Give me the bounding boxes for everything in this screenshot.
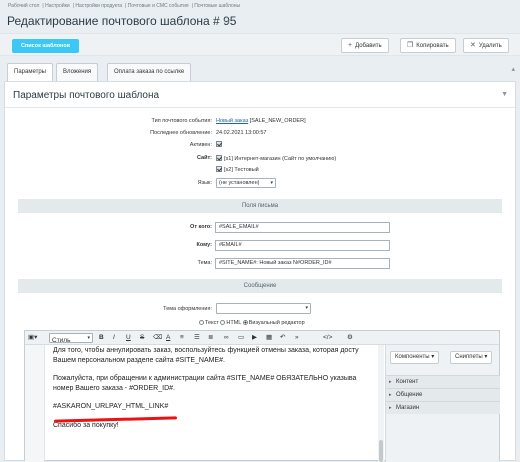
delete-button[interactable]: ✕ Удалить [463, 38, 509, 53]
mode-html-radio[interactable]: HTML [220, 320, 241, 326]
tab-bar: Параметры Вложения Оплата заказа по ссыл… [0, 61, 520, 81]
bold-icon[interactable]: B [99, 333, 104, 342]
theme-label: Тема оформления: [163, 306, 212, 312]
align-icon[interactable]: ≣ [208, 333, 213, 342]
expand-icon[interactable]: ▣▾ [28, 333, 37, 342]
settings-icon[interactable]: ⚙ [347, 333, 353, 342]
checkbox-icon [216, 141, 222, 147]
placeholder-line: #ASKARON_URLPAY_HTML_LINK# [53, 403, 169, 410]
eraser-icon[interactable]: ⌫ [153, 333, 162, 342]
tab-payment-link[interactable]: Оплата заказа по ссылке [107, 63, 192, 81]
language-label: Язык: [197, 180, 212, 186]
editor-content[interactable]: Для того, чтобы аннулировать заказ, восп… [53, 346, 383, 439]
undo-icon[interactable]: ↶ [280, 333, 285, 342]
panel-title: Параметры почтового шаблона [13, 90, 160, 101]
chevron-down-icon: ▾ [270, 180, 273, 186]
body-line: номер Вашего заказа - #ORDER_ID#. [53, 384, 175, 392]
checkbox-icon [216, 155, 222, 161]
scrollbar-thumb[interactable] [379, 440, 383, 462]
video-icon[interactable]: ▶ [252, 333, 257, 342]
crumb-product-settings[interactable]: Настройки продукта [75, 3, 122, 9]
subject-input[interactable]: #SITE_NAME#: Новый заказ N#ORDER_ID# [215, 258, 390, 269]
copy-icon: ❐ [407, 42, 414, 49]
underline-icon[interactable]: U [126, 333, 131, 342]
sidebar-item-shop[interactable]: Магазин [386, 401, 500, 414]
editor-toolbar: ▣▾ Стиль ▾ B I U S ⌫ A ≡ ☰ ≣ ∞ ▭ ▶ ▦ ↶ » … [25, 331, 499, 345]
chevron-up-icon[interactable]: ▴ [511, 65, 515, 73]
chevron-down-icon: ▾ [87, 335, 90, 341]
crumb-desktop[interactable]: Рабочий стол [8, 3, 39, 9]
body-line: Спасибо за покупку! [53, 421, 119, 429]
mode-text-radio[interactable]: Текст [199, 320, 219, 326]
radio-icon [242, 320, 248, 325]
table-icon[interactable]: ▦ [266, 333, 272, 342]
event-type-link[interactable]: Новый заказ [216, 118, 248, 124]
components-button[interactable]: Компоненты ▾ [390, 351, 440, 364]
radio-icon [199, 320, 204, 325]
snippets-button[interactable]: Сниппеты ▾ [450, 351, 493, 364]
strikethrough-icon[interactable]: S [140, 333, 144, 342]
sidebar-item-content[interactable]: Контент [386, 375, 500, 388]
tab-attachments[interactable]: Вложения [56, 63, 99, 81]
sidebar-item-communication[interactable]: Общение [386, 388, 500, 401]
visual-editor: ▣▾ Стиль ▾ B I U S ⌫ A ≡ ☰ ≣ ∞ ▭ ▶ ▦ ↶ » … [24, 330, 500, 462]
divider [5, 107, 515, 108]
italic-icon[interactable]: I [113, 333, 115, 342]
page-title: Редактирование почтового шаблона # 95 [7, 14, 237, 28]
chevron-down-icon[interactable]: ▼ [501, 91, 508, 98]
tab-parameters[interactable]: Параметры [7, 63, 53, 81]
body-line: Пожалуйста, при обращении к администраци… [53, 375, 357, 382]
template-list-button[interactable]: Список шаблонов [12, 39, 80, 53]
text-color-icon[interactable]: A [166, 333, 170, 342]
active-label: Активен: [189, 142, 212, 148]
component-sidebar: Компоненты ▾ Сниппеты ▾ Контент Общение … [385, 345, 500, 462]
style-select[interactable]: Стиль ▾ [49, 333, 93, 344]
toolbar: Список шаблонов + Добавить ❐ Копировать ✕ У… [0, 33, 520, 56]
section-letter-fields: Поля письма [18, 199, 502, 213]
from-input[interactable]: #SALE_EMAIL# [215, 222, 390, 233]
event-type-value: Новый заказ [SALE_NEW_ORDER] [216, 118, 306, 124]
editor-gutter [25, 345, 45, 462]
add-button[interactable]: + Добавить [341, 38, 389, 53]
mode-visual-radio[interactable]: Визуальный редактор [242, 320, 305, 326]
copy-button[interactable]: ❐ Копировать [400, 38, 456, 53]
active-checkbox[interactable] [216, 141, 224, 148]
code-view-icon[interactable]: </> [323, 333, 332, 342]
breadcrumb: Рабочий стол | Настройки | Настройки проду… [8, 3, 241, 9]
section-message: Сообщение [18, 279, 502, 293]
event-type-code: [SALE_NEW_ORDER] [249, 118, 306, 124]
site-option-s1[interactable]: [s1] Интернет-магазин (Сайт по умолчанию… [216, 155, 336, 162]
subject-label: Тема: [197, 260, 212, 266]
updated-label: Последнее обновление: [150, 130, 212, 136]
updated-value: 24.02.2021 13:00:57 [216, 130, 267, 136]
language-select[interactable]: (не установлен) ▾ [216, 178, 276, 188]
unordered-list-icon[interactable]: ☰ [194, 333, 200, 342]
link-icon[interactable]: ∞ [224, 333, 229, 342]
chevron-down-icon: ▾ [305, 305, 308, 311]
more-icon[interactable]: » [295, 333, 299, 342]
plus-icon: + [348, 42, 353, 49]
editor-scrollbar[interactable] [378, 345, 384, 462]
to-label: Кому: [196, 242, 212, 248]
ordered-list-icon[interactable]: ≡ [180, 333, 184, 342]
site-option-s2[interactable]: [s2] Тестовый [216, 166, 259, 173]
checkbox-icon [216, 166, 222, 172]
body-line: Вашем персональном разделе сайта #SITE_N… [53, 356, 225, 364]
image-icon[interactable]: ▭ [238, 333, 244, 342]
to-input[interactable]: #EMAIL# [215, 240, 390, 251]
crumb-mail-events[interactable]: Почтовые и СМС события [128, 3, 189, 9]
format-mode-group: Текст HTML Визуальный редактор [199, 320, 305, 326]
crumb-settings[interactable]: Настройки [45, 3, 70, 9]
event-type-label: Тип почтового события: [151, 118, 212, 124]
radio-icon [220, 320, 226, 325]
theme-select[interactable]: ▾ [216, 303, 311, 314]
close-icon: ✕ [470, 42, 476, 49]
star-icon[interactable]: ☆ [222, 14, 232, 27]
crumb-mail-templates[interactable]: Почтовые шаблоны [194, 3, 240, 9]
from-label: От кого: [190, 224, 212, 230]
body-line: Для того, чтобы аннулировать заказ, восп… [53, 347, 359, 354]
site-label: Сайт: [196, 155, 212, 161]
